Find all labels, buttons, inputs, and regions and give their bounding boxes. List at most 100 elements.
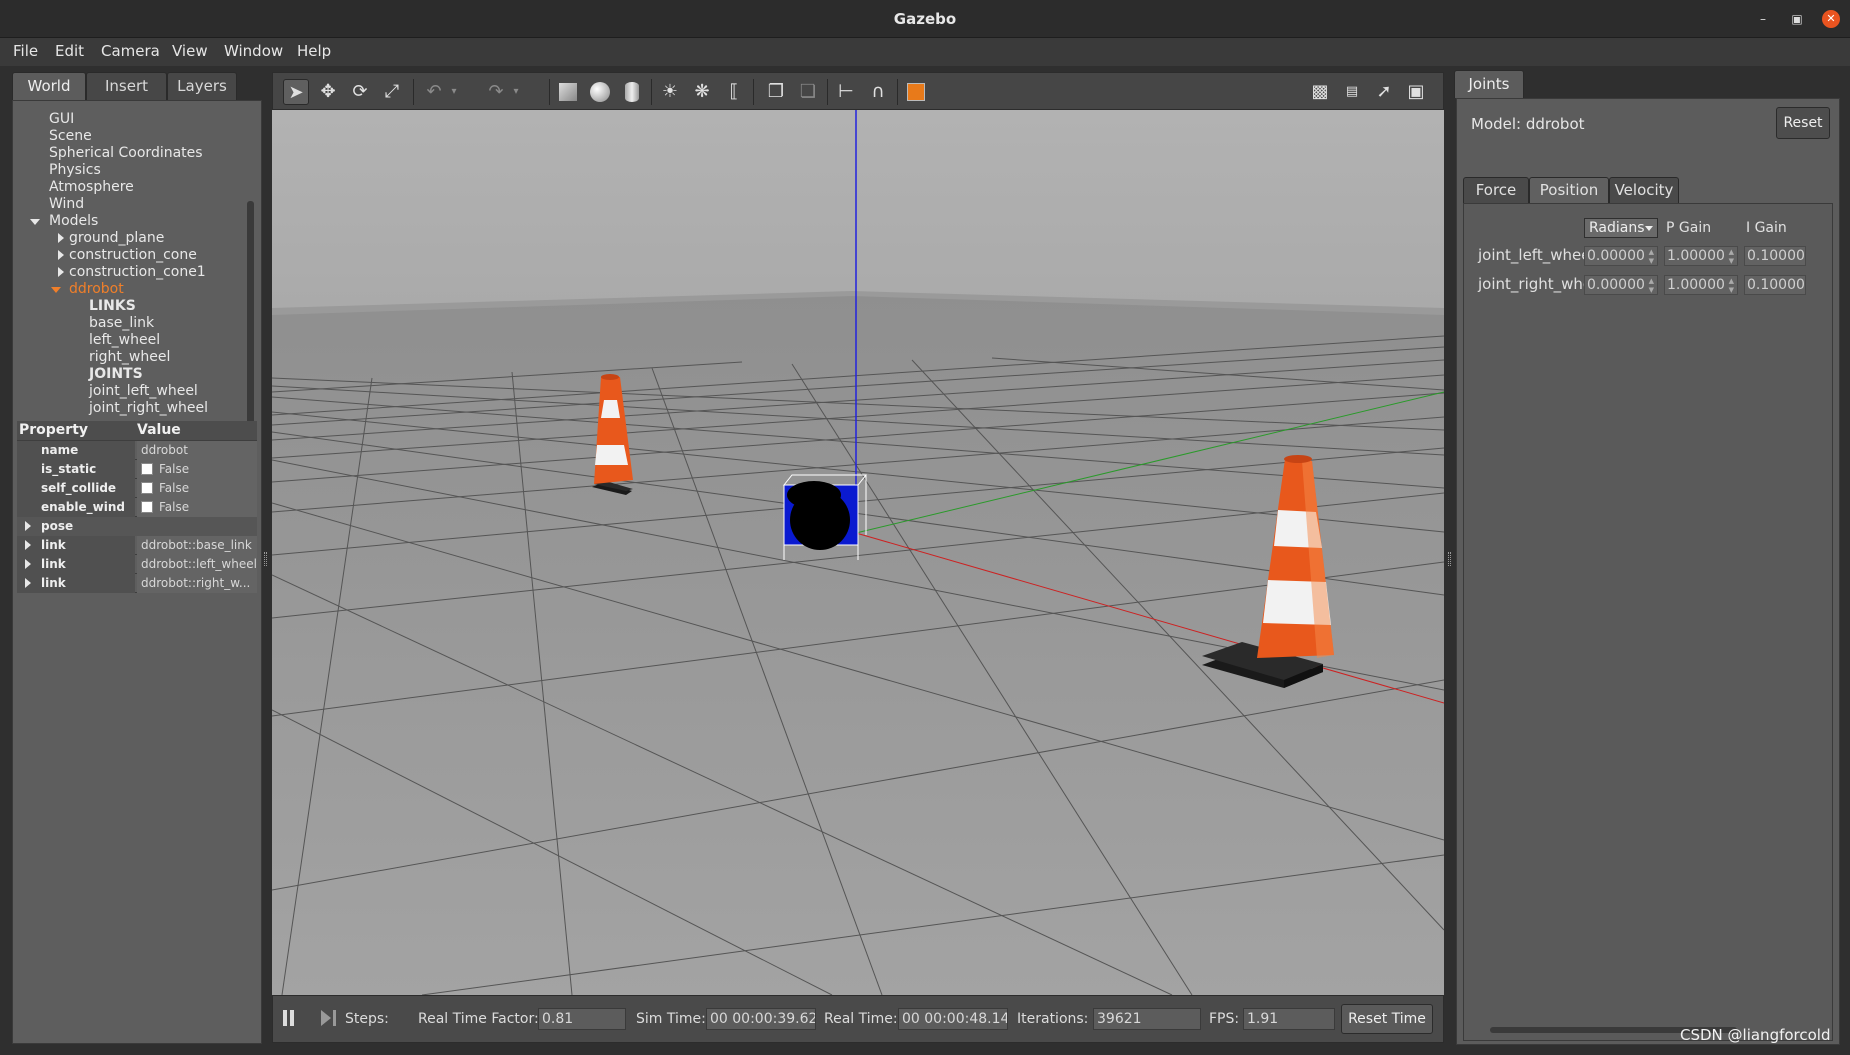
chevron-down-icon[interactable]: ▾: [447, 79, 461, 105]
reset-time-button[interactable]: Reset Time: [1341, 1004, 1433, 1034]
property-group-pose[interactable]: pose: [17, 517, 257, 536]
property-value[interactable]: ddrobot: [137, 441, 257, 460]
collapse-arrow-icon[interactable]: [58, 267, 64, 277]
spot-light-icon[interactable]: ❋: [689, 79, 715, 105]
tree-item-ddrobot[interactable]: ddrobot: [69, 281, 124, 297]
spin-down-icon[interactable]: ▼: [1649, 286, 1654, 294]
property-group-link[interactable]: link: [17, 574, 135, 593]
paste-icon[interactable]: ❏: [795, 79, 821, 105]
property-row-name[interactable]: name ddrobot: [17, 441, 257, 460]
property-row-link[interactable]: link ddrobot::base_link: [17, 536, 257, 555]
chevron-down-icon[interactable]: ▾: [509, 79, 523, 105]
spin-up-icon[interactable]: ▲: [1649, 248, 1654, 256]
position-input[interactable]: 0.00000 ▲ ▼: [1584, 246, 1658, 266]
align-icon[interactable]: ⊢: [833, 79, 859, 105]
is-static-checkbox[interactable]: [141, 463, 153, 475]
tree-item-wind[interactable]: Wind: [49, 196, 84, 212]
tab-world[interactable]: World: [12, 72, 86, 100]
rotate-icon[interactable]: ⟳: [347, 79, 373, 105]
directional-light-icon[interactable]: ⟦: [721, 79, 747, 105]
pause-icon[interactable]: [283, 1010, 287, 1026]
screenshot-icon[interactable]: ▩: [1307, 79, 1333, 105]
tree-item-spherical-coordinates[interactable]: Spherical Coordinates: [49, 145, 203, 161]
menu-help[interactable]: Help: [297, 42, 331, 60]
cylinder-icon[interactable]: [619, 79, 645, 105]
menu-window[interactable]: Window: [224, 42, 283, 60]
tree-item-models[interactable]: Models: [49, 213, 98, 229]
menu-view[interactable]: View: [172, 42, 208, 60]
tree-item-scene[interactable]: Scene: [49, 128, 92, 144]
property-row-pose[interactable]: pose: [17, 517, 257, 536]
tree-item-base-link[interactable]: base_link: [89, 315, 154, 331]
box-icon[interactable]: [555, 79, 581, 105]
collapse-arrow-icon[interactable]: [58, 233, 64, 243]
scale-icon[interactable]: ⤢: [379, 79, 405, 105]
tree-item-construction-cone[interactable]: construction_cone: [69, 247, 197, 263]
expand-arrow-icon[interactable]: [30, 219, 40, 225]
tab-position[interactable]: Position: [1529, 177, 1609, 203]
reset-button[interactable]: Reset: [1776, 107, 1830, 139]
enable-wind-checkbox[interactable]: [141, 501, 153, 513]
plot-icon[interactable]: ➚: [1371, 79, 1397, 105]
spin-up-icon[interactable]: ▲: [1649, 277, 1654, 285]
property-row-is-static[interactable]: is_static False: [17, 460, 257, 479]
select-arrow-icon[interactable]: ➤: [283, 79, 309, 105]
undo-icon[interactable]: ↶: [421, 79, 447, 105]
expand-arrow-icon[interactable]: [25, 521, 31, 531]
property-row-self-collide[interactable]: self_collide False: [17, 479, 257, 498]
tab-force[interactable]: Force: [1463, 177, 1529, 203]
tree-item-joint-right-wheel[interactable]: joint_right_wheel: [89, 400, 208, 416]
snap-icon[interactable]: ∩: [865, 79, 891, 105]
tree-item-gui[interactable]: GUI: [49, 111, 74, 127]
log-icon[interactable]: ▤: [1339, 79, 1365, 105]
p-gain-input[interactable]: 1.00000 ▲ ▼: [1664, 246, 1738, 266]
expand-arrow-icon[interactable]: [51, 287, 61, 293]
tab-joints[interactable]: Joints: [1454, 70, 1524, 98]
redo-icon[interactable]: ↷: [483, 79, 509, 105]
property-row-link[interactable]: link ddrobot::left_wheel: [17, 555, 257, 574]
expand-arrow-icon[interactable]: [25, 540, 31, 550]
tab-layers[interactable]: Layers: [167, 72, 237, 100]
spin-up-icon[interactable]: ▲: [1729, 248, 1734, 256]
world-tree[interactable]: GUI Scene Spherical Coordinates Physics …: [21, 109, 253, 421]
translate-icon[interactable]: ✥: [315, 79, 341, 105]
video-record-icon[interactable]: ▣: [1403, 79, 1429, 105]
close-icon[interactable]: ✕: [1822, 10, 1840, 28]
splitter-handle[interactable]: [264, 552, 267, 566]
tree-item-joint-left-wheel[interactable]: joint_left_wheel: [89, 383, 198, 399]
spin-up-icon[interactable]: ▲: [1729, 277, 1734, 285]
copy-icon[interactable]: ❐: [763, 79, 789, 105]
view-angle-icon[interactable]: [903, 79, 929, 105]
tree-item-construction-cone1[interactable]: construction_cone1: [69, 264, 206, 280]
tree-item-ground-plane[interactable]: ground_plane: [69, 230, 164, 246]
tree-item-atmosphere[interactable]: Atmosphere: [49, 179, 134, 195]
point-light-icon[interactable]: ☀: [657, 79, 683, 105]
menu-file[interactable]: File: [13, 42, 38, 60]
scene-render[interactable]: [272, 110, 1444, 995]
p-gain-input[interactable]: 1.00000 ▲ ▼: [1664, 275, 1738, 295]
tree-item-right-wheel[interactable]: right_wheel: [89, 349, 170, 365]
splitter-handle[interactable]: [1448, 552, 1451, 566]
spin-down-icon[interactable]: ▼: [1649, 257, 1654, 265]
position-input[interactable]: 0.00000 ▲ ▼: [1584, 275, 1658, 295]
property-group-link[interactable]: link: [17, 555, 135, 574]
step-icon[interactable]: [321, 1010, 331, 1026]
tree-item-left-wheel[interactable]: left_wheel: [89, 332, 160, 348]
tree-item-physics[interactable]: Physics: [49, 162, 101, 178]
property-row-link[interactable]: link ddrobot::right_w...: [17, 574, 257, 593]
menu-camera[interactable]: Camera: [101, 42, 160, 60]
property-group-link[interactable]: link: [17, 536, 135, 555]
tree-scrollbar[interactable]: [247, 201, 254, 451]
i-gain-input[interactable]: 0.10000: [1744, 275, 1806, 295]
spin-down-icon[interactable]: ▼: [1729, 286, 1734, 294]
tab-velocity[interactable]: Velocity: [1609, 177, 1679, 203]
self-collide-checkbox[interactable]: [141, 482, 153, 494]
menu-edit[interactable]: Edit: [55, 42, 84, 60]
i-gain-input[interactable]: 0.10000: [1744, 246, 1806, 266]
spin-down-icon[interactable]: ▼: [1729, 257, 1734, 265]
property-row-enable-wind[interactable]: enable_wind False: [17, 498, 257, 517]
collapse-arrow-icon[interactable]: [58, 250, 64, 260]
sphere-icon[interactable]: [587, 79, 613, 105]
minimize-icon[interactable]: –: [1754, 10, 1772, 28]
units-select[interactable]: Radians: [1584, 218, 1658, 238]
